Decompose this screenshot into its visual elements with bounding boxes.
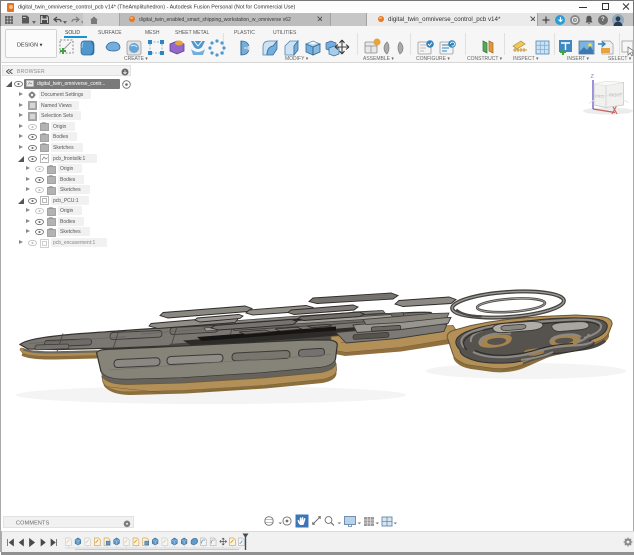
- svg-text:Z: Z: [591, 74, 595, 80]
- svg-text:RIGHT: RIGHT: [609, 93, 622, 98]
- svg-text:FRO: FRO: [595, 94, 605, 99]
